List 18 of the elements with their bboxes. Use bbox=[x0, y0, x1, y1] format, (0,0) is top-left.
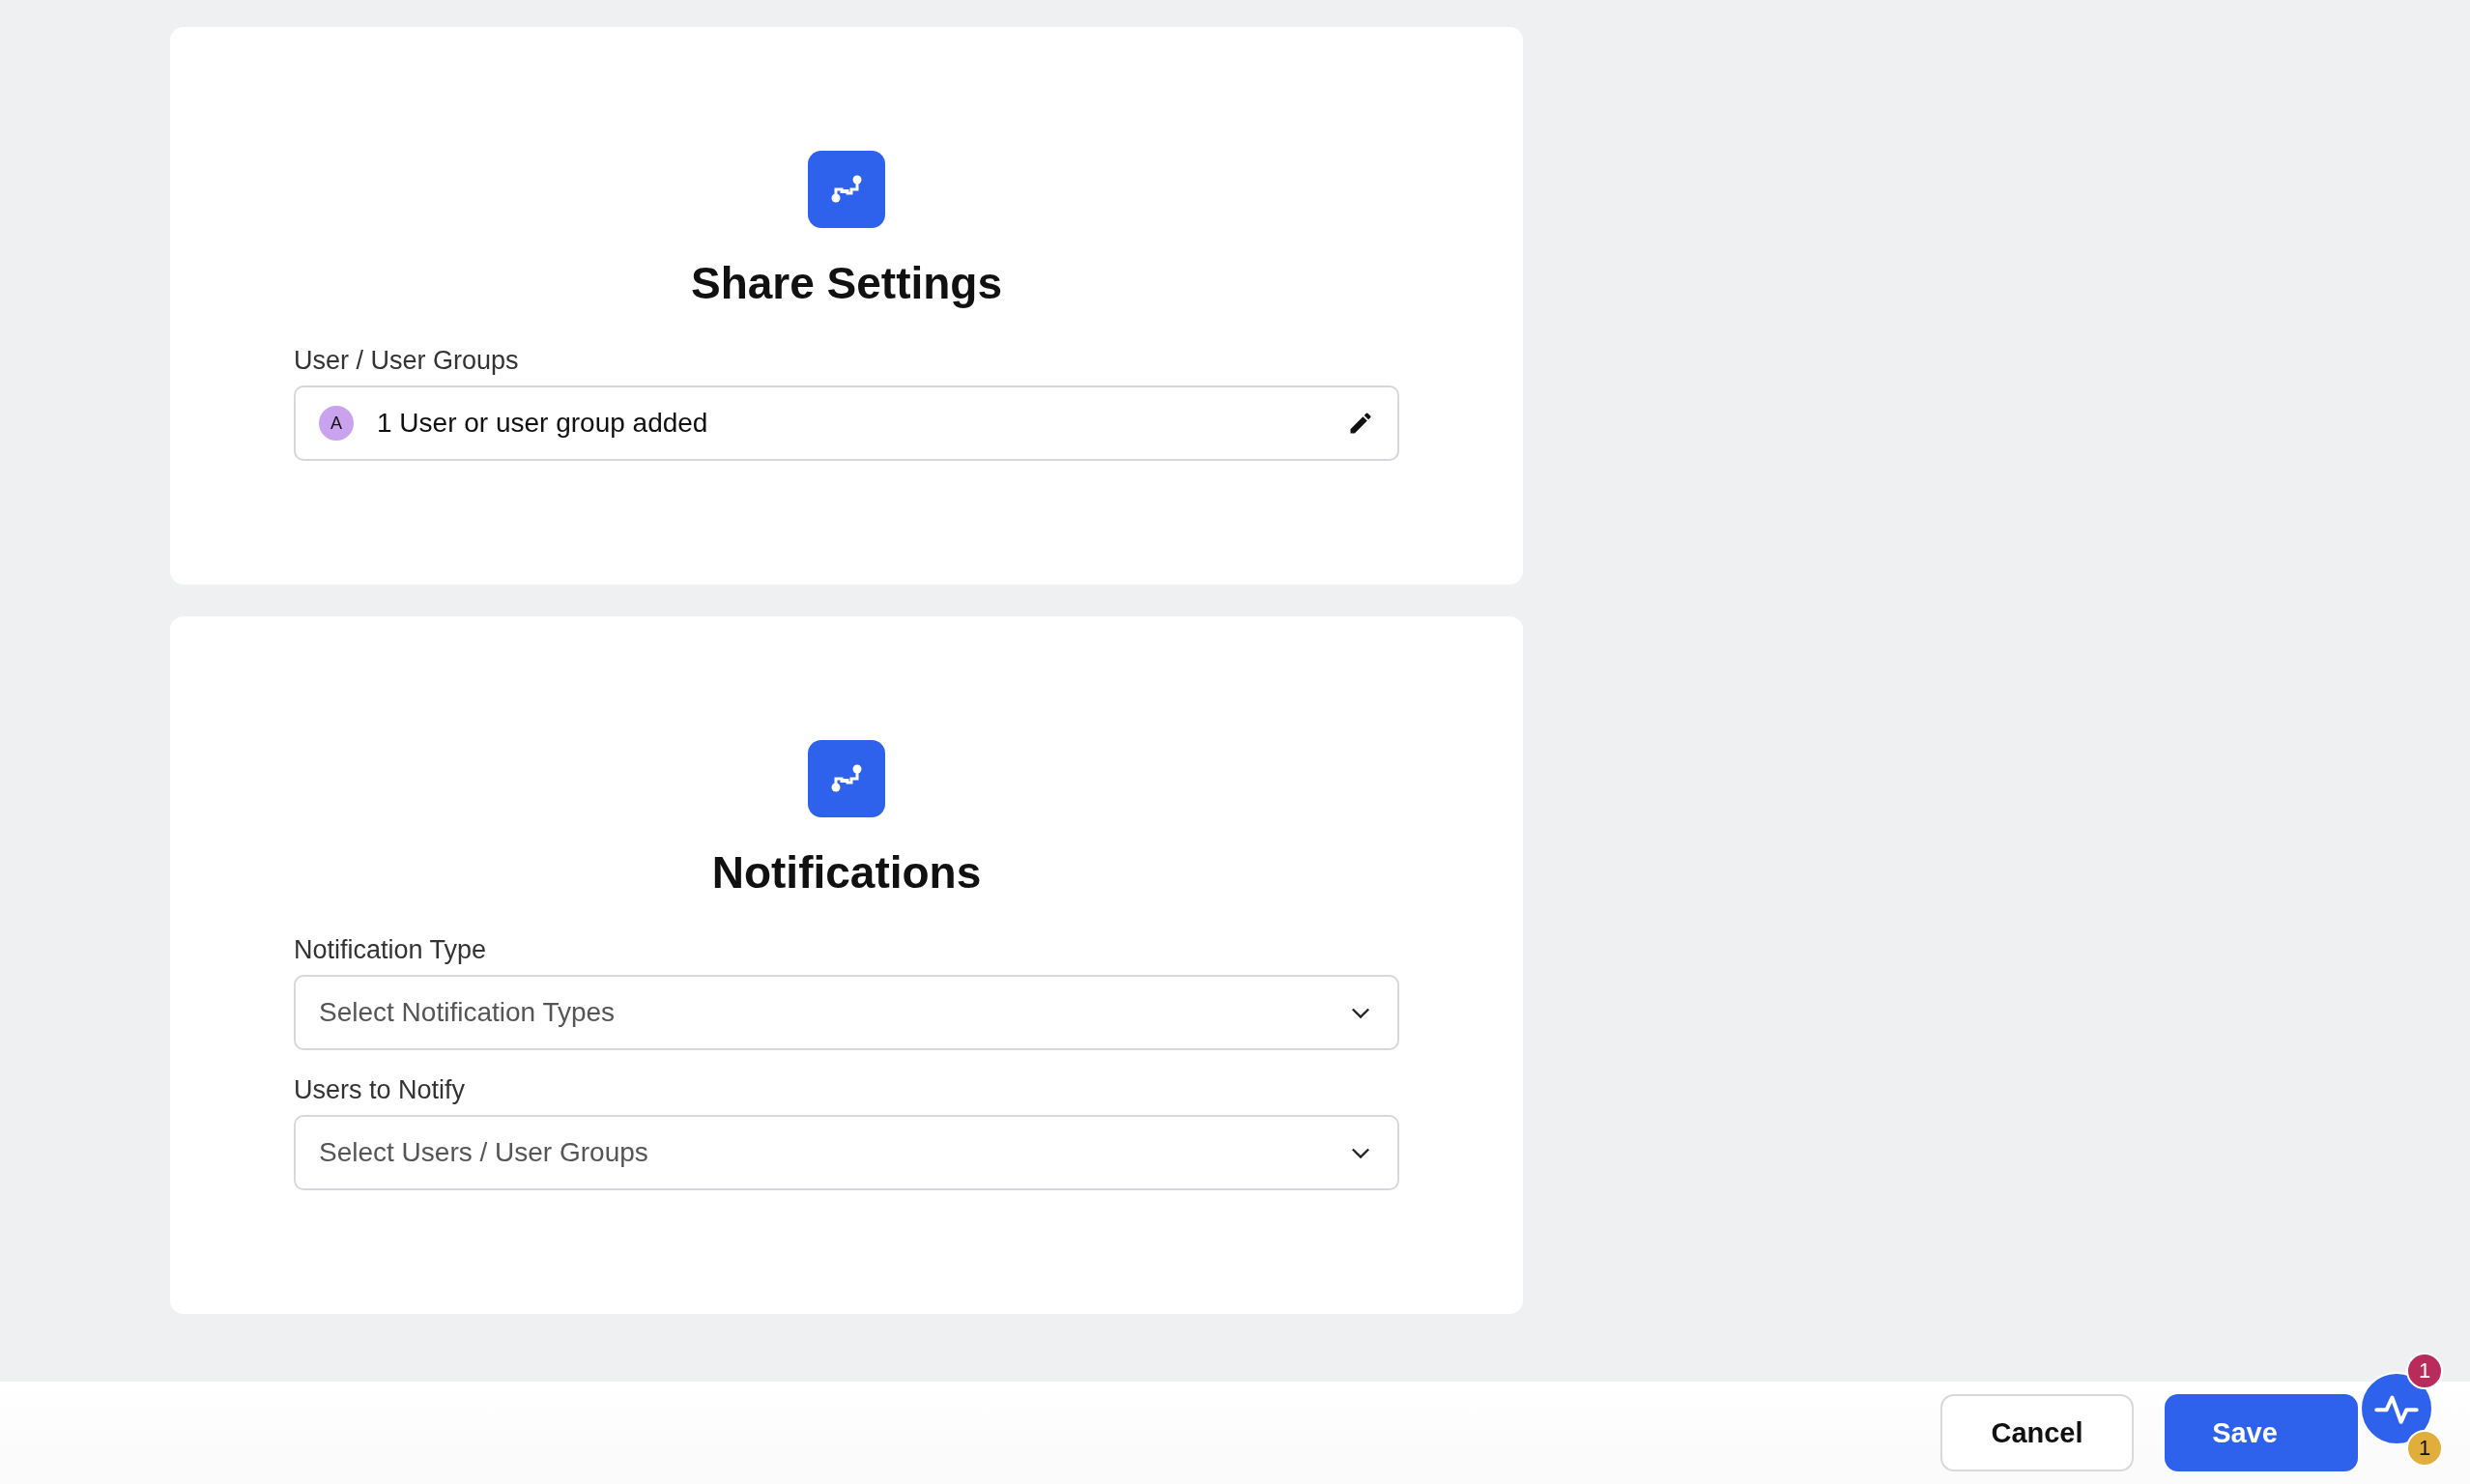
section-title: Notifications bbox=[711, 846, 982, 899]
field-label: User / User Groups bbox=[294, 346, 519, 376]
route-icon bbox=[808, 740, 885, 817]
avatar: A bbox=[319, 406, 354, 441]
field-value: 1 User or user group added bbox=[377, 408, 709, 439]
users-field[interactable]: A 1 User or user group added bbox=[294, 385, 1399, 461]
cancel-button[interactable]: Cancel bbox=[1940, 1394, 2134, 1471]
dropdown-field[interactable]: Select Notification Types bbox=[294, 975, 1399, 1050]
count-badge: 1 bbox=[2406, 1430, 2443, 1467]
placeholder: Select Notification Types bbox=[319, 997, 617, 1028]
placeholder: Select Users / User Groups bbox=[319, 1137, 649, 1168]
field-label: Users to Notify bbox=[294, 1075, 466, 1105]
field-label: Notification Type bbox=[294, 935, 487, 965]
route-icon bbox=[808, 151, 885, 228]
section-title: Share Settings bbox=[690, 257, 1003, 309]
dropdown-field[interactable]: Select Users / User Groups bbox=[294, 1115, 1399, 1190]
count-badge: 1 bbox=[2406, 1353, 2443, 1389]
save-button[interactable]: Save bbox=[2165, 1394, 2358, 1471]
